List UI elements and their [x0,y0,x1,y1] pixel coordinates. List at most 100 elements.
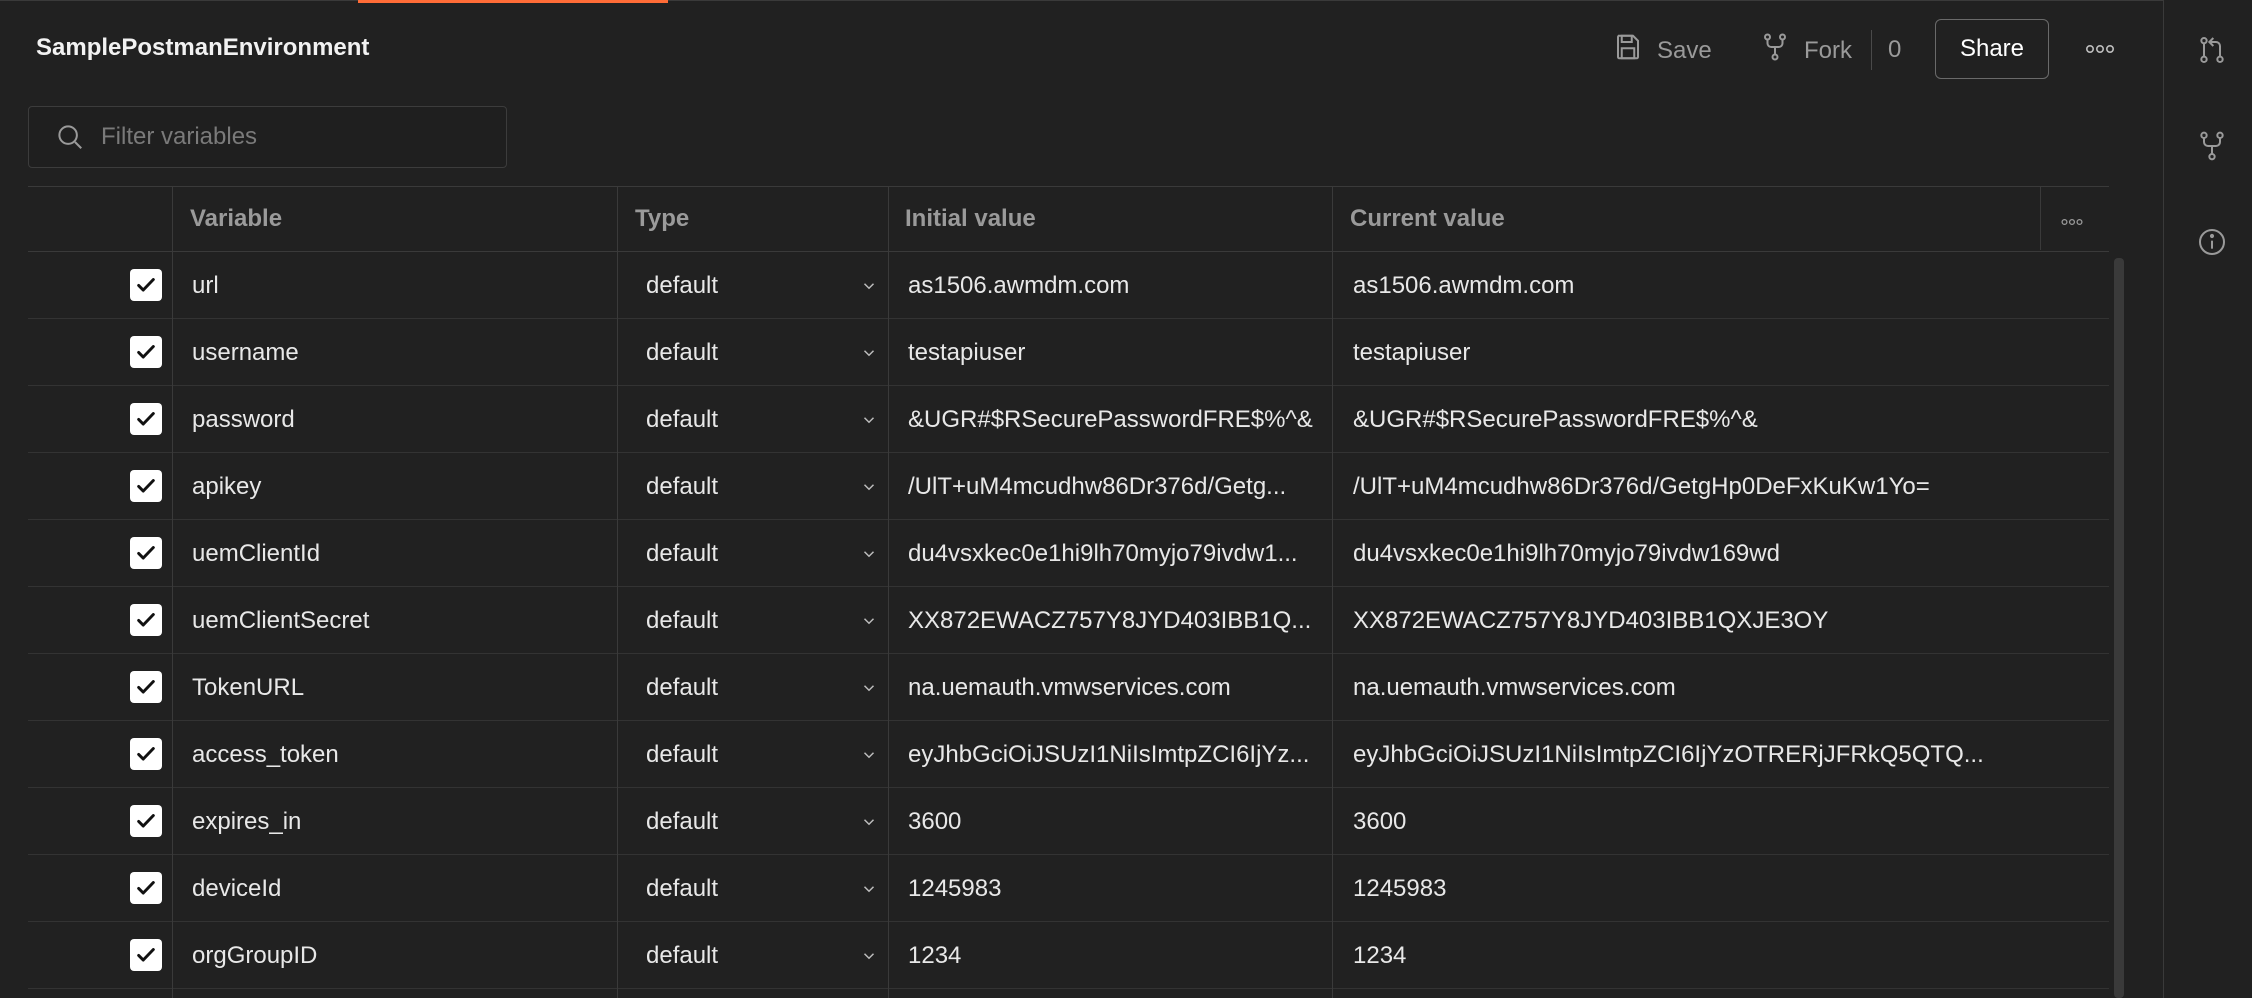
chevron-down-icon [863,886,875,893]
type-dropdown[interactable]: default [646,654,896,721]
initial-value[interactable]: /UlT+uM4mcudhw86Dr376d/Getg... [908,453,1348,520]
chevron-down-icon [863,417,875,424]
filter-variables-field[interactable] [28,106,507,168]
info-icon[interactable] [2194,224,2230,260]
initial-value[interactable]: 1234 [908,922,1348,989]
chevron-down-icon [863,752,875,759]
variable-name[interactable]: password [192,386,612,453]
current-value[interactable]: XX872EWACZ757Y8JYD403IBB1QXJE3OY [1353,587,2033,654]
current-value[interactable]: testapiuser [1353,319,2033,386]
type-dropdown[interactable]: default [646,922,896,989]
current-value[interactable]: as1506.awmdm.com [1353,252,2033,319]
initial-value[interactable]: 1245983 [908,855,1348,922]
chevron-down-icon [863,283,875,290]
save-label: Save [1657,36,1712,64]
current-value[interactable]: 3600 [1353,788,2033,855]
initial-value[interactable]: XX872EWACZ757Y8JYD403IBB1Q... [908,587,1348,654]
pull-request-icon[interactable] [2194,32,2230,68]
type-value: default [646,271,719,299]
enabled-checkbox[interactable] [130,269,162,301]
enabled-checkbox[interactable] [130,671,162,703]
column-divider [172,186,173,998]
enabled-checkbox[interactable] [130,336,162,368]
current-value[interactable]: /UlT+uM4mcudhw86Dr376d/GetgHp0DeFxKuKw1Y… [1353,453,2033,520]
fork-count[interactable]: 0 [1888,36,1901,64]
type-dropdown[interactable]: default [646,520,896,587]
column-divider [2040,186,2041,250]
type-dropdown[interactable]: default [646,855,896,922]
current-value[interactable]: &UGR#$RSecurePasswordFRE$%^& [1353,386,2033,453]
type-dropdown[interactable]: default [646,386,896,453]
variable-name[interactable]: TokenURL [192,654,612,721]
column-divider [1332,186,1333,998]
save-icon [1613,32,1643,69]
top-border [0,0,2163,1]
chevron-down-icon [863,953,875,960]
variable-name[interactable]: url [192,252,612,319]
more-horizontal-icon [2061,218,2083,226]
type-dropdown[interactable]: default [646,788,896,855]
enabled-checkbox[interactable] [130,403,162,435]
table-row: uemClientId default du4vsxkec0e1hi9lh70myj… [28,520,2109,587]
toolbar-divider [1871,30,1872,70]
more-horizontal-icon [2085,44,2114,54]
fork-icon[interactable] [2194,128,2230,164]
current-value[interactable]: 1245983 [1353,855,2033,922]
checkmark-icon [137,814,155,828]
more-options-button[interactable] [2084,34,2116,64]
share-button[interactable]: Share [1935,19,2049,79]
fork-button[interactable]: Fork [1760,32,1852,69]
current-value[interactable]: na.uemauth.vmwservices.com [1353,654,2033,721]
variable-name[interactable]: username [192,319,612,386]
table-row: orgGroupID default 1234 1234 [28,922,2109,989]
variable-name[interactable]: orgGroupID [192,922,612,989]
chevron-down-icon [863,819,875,826]
filter-variables-input[interactable] [99,122,483,152]
initial-value[interactable]: as1506.awmdm.com [908,252,1348,319]
initial-value[interactable]: na.uemauth.vmwservices.com [908,654,1348,721]
enabled-checkbox[interactable] [130,470,162,502]
variable-name[interactable]: expires_in [192,788,612,855]
save-button[interactable]: Save [1613,32,1712,69]
environment-title: SamplePostmanEnvironment [36,34,370,61]
enabled-checkbox[interactable] [130,805,162,837]
type-value: default [646,941,719,969]
enabled-checkbox[interactable] [130,738,162,770]
type-dropdown[interactable]: default [646,721,896,788]
fork-icon [1760,32,1790,69]
enabled-checkbox[interactable] [130,537,162,569]
initial-value[interactable]: du4vsxkec0e1hi9lh70myjo79ivdw1... [908,520,1348,587]
current-value[interactable]: eyJhbGciOiJSUzI1NiIsImtpZCI6IjYzOTRERjJF… [1353,721,2033,788]
variable-name[interactable]: deviceId [192,855,612,922]
enabled-checkbox[interactable] [130,939,162,971]
variable-name[interactable]: uemClientId [192,520,612,587]
current-value[interactable]: du4vsxkec0e1hi9lh70myjo79ivdw169wd [1353,520,2033,587]
initial-value[interactable]: testapiuser [908,319,1348,386]
type-dropdown[interactable]: default [646,319,896,386]
type-dropdown[interactable]: default [646,252,896,319]
type-value: default [646,874,719,902]
chevron-down-icon [863,551,875,558]
type-value: default [646,807,719,835]
initial-value[interactable]: &UGR#$RSecurePasswordFRE$%^& [908,386,1348,453]
type-value: default [646,539,719,567]
variable-name[interactable]: access_token [192,721,612,788]
enabled-checkbox[interactable] [130,872,162,904]
type-value: default [646,472,719,500]
enabled-checkbox[interactable] [130,604,162,636]
type-dropdown[interactable]: default [646,453,896,520]
right-sidebar-divider [2163,0,2164,998]
column-options-button[interactable] [2061,213,2083,231]
initial-value[interactable]: 3600 [908,788,1348,855]
variable-name[interactable]: apikey [192,453,612,520]
type-dropdown[interactable]: default [646,587,896,654]
initial-value[interactable]: eyJhbGciOiJSUzI1NiIsImtpZCI6IjYz... [908,721,1348,788]
variables-table: Variable Type Initial value Current valu… [28,186,2109,998]
table-header: Variable Type Initial value Current valu… [28,186,2109,252]
header-initial-value: Initial value [905,205,1036,232]
current-value[interactable]: 1234 [1353,922,2033,989]
table-scrollbar[interactable] [2114,258,2124,998]
chevron-down-icon [863,350,875,357]
variable-name[interactable]: uemClientSecret [192,587,612,654]
table-row: url default as1506.awmdm.com as1506.awmdm.c… [28,252,2109,319]
